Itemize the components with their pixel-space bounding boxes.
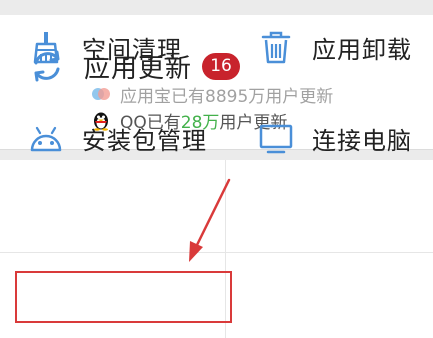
- tool-connect-pc[interactable]: 连接电脑: [258, 98, 412, 178]
- tool-package-manager[interactable]: 安装包管理: [28, 98, 207, 178]
- tool-space-cleanup[interactable]: 空间清理: [28, 7, 182, 87]
- monitor-icon: [259, 124, 293, 154]
- broom-icon: [33, 32, 59, 64]
- tool-space-cleanup-label: 空间清理: [82, 35, 182, 64]
- trash-icon: [261, 31, 291, 64]
- tool-package-manager-label: 安装包管理: [82, 126, 207, 155]
- android-icon: [30, 126, 62, 152]
- tool-app-uninstall-label: 应用卸载: [312, 35, 412, 64]
- grid-horizontal-divider: [0, 252, 433, 253]
- update-count-badge: 16: [202, 52, 241, 80]
- tool-connect-pc-label: 连接电脑: [312, 126, 412, 155]
- annotation-highlight-box: [15, 271, 232, 323]
- tool-app-uninstall[interactable]: 应用卸载: [258, 7, 412, 87]
